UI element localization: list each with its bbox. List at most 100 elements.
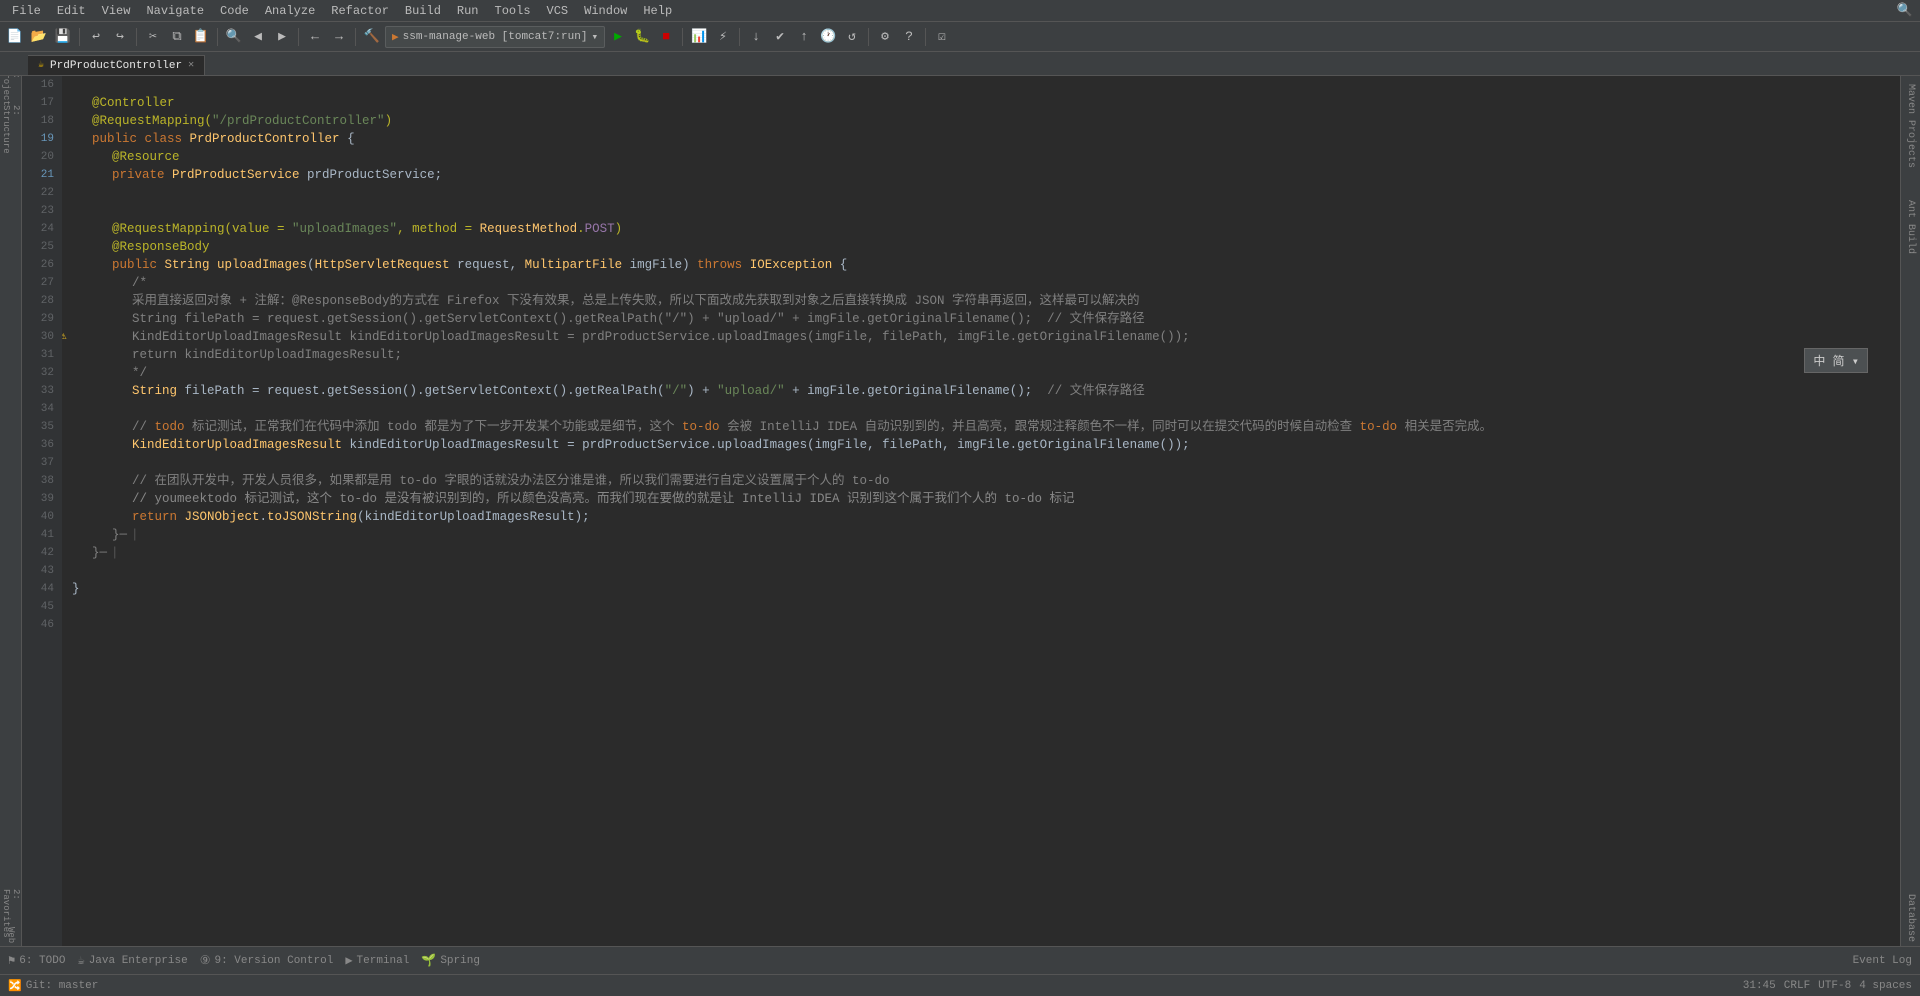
- code-line-16: [72, 76, 1900, 94]
- git-status: 🔀 Git: master: [8, 979, 98, 993]
- build-btn[interactable]: 🔨: [361, 26, 383, 48]
- code-lines: @Controller @RequestMapping("/prdProduct…: [62, 76, 1900, 946]
- code-line-36: KindEditorUploadImagesResult kindEditorU…: [72, 436, 1900, 454]
- todo-icon: ⚑: [8, 953, 15, 968]
- find-next-btn[interactable]: ▶: [271, 26, 293, 48]
- gutter-21: 21: [22, 166, 54, 184]
- back-btn[interactable]: ←: [304, 26, 326, 48]
- status-right: 31:45 CRLF UTF-8 4 spaces: [1743, 980, 1912, 992]
- gutter-27: 27: [22, 274, 54, 292]
- code-line-17: @Controller: [72, 94, 1900, 112]
- lang-popup[interactable]: 中 简 ▾: [1804, 348, 1868, 373]
- version-control-btn[interactable]: ⑨ 9: Version Control: [200, 953, 334, 968]
- java-enterprise-btn[interactable]: ☕ Java Enterprise: [77, 953, 187, 968]
- todo-panel-btn[interactable]: ⚑ 6: TODO: [8, 953, 65, 968]
- cut-btn[interactable]: ✂: [142, 26, 164, 48]
- menu-tools[interactable]: Tools: [487, 0, 539, 22]
- vcs-icon: ⑨: [200, 953, 211, 968]
- menu-navigate[interactable]: Navigate: [138, 0, 212, 22]
- vcs-revert-btn[interactable]: ↺: [841, 26, 863, 48]
- left-panel-web[interactable]: Web: [0, 924, 22, 946]
- find-btn[interactable]: 🔍: [223, 26, 245, 48]
- vcs-commit-btn[interactable]: ✔: [769, 26, 791, 48]
- code-line-20: @Resource: [72, 148, 1900, 166]
- toolbar: 📄 📂 💾 ↩ ↪ ✂ ⧉ 📋 🔍 ◀ ▶ ← → 🔨 ▶ ssm-manage…: [0, 22, 1920, 52]
- tab-close-btn[interactable]: ✕: [188, 56, 194, 76]
- menu-analyze[interactable]: Analyze: [257, 0, 323, 22]
- main-content: 1: Project 2: Structure 2: Favorites Web…: [0, 76, 1920, 946]
- settings-btn[interactable]: ⚙: [874, 26, 896, 48]
- gutter-28: 28: [22, 292, 54, 310]
- menu-view[interactable]: View: [94, 0, 139, 22]
- gutter-43: 43: [22, 562, 54, 580]
- menu-file[interactable]: File: [4, 0, 49, 22]
- stop-btn[interactable]: ■: [655, 26, 677, 48]
- status-left: 🔀 Git: master: [8, 979, 98, 993]
- code-line-25: @ResponseBody: [72, 238, 1900, 256]
- editor-area: 16 17 18 19 20 21 22 23 24 25 26 27 28 2…: [22, 76, 1900, 946]
- coverage-btn[interactable]: 📊: [688, 26, 710, 48]
- gutter-36: 36: [22, 436, 54, 454]
- database-panel[interactable]: Database: [1905, 890, 1916, 946]
- menu-vcs[interactable]: VCS: [539, 0, 577, 22]
- tasks-btn[interactable]: ☑: [931, 26, 953, 48]
- code-line-18: @RequestMapping("/prdProductController"): [72, 112, 1900, 130]
- help-btn[interactable]: ?: [898, 26, 920, 48]
- code-editor[interactable]: 16 17 18 19 20 21 22 23 24 25 26 27 28 2…: [22, 76, 1900, 946]
- menu-code[interactable]: Code: [212, 0, 257, 22]
- copy-btn[interactable]: ⧉: [166, 26, 188, 48]
- redo-btn[interactable]: ↪: [109, 26, 131, 48]
- paste-btn[interactable]: 📋: [190, 26, 212, 48]
- todo-keyword: todo: [155, 418, 185, 436]
- encoding-indicator[interactable]: UTF-8: [1818, 980, 1851, 992]
- gutter-30: 30: [22, 328, 54, 346]
- tab-prd-product-controller[interactable]: ☕ PrdProductController ✕: [28, 55, 205, 75]
- code-line-38: // 在团队开发中，开发人员很多，如果都是用 to-do 字眼的话就没办法区分谁…: [72, 472, 1900, 490]
- left-panel-favorites[interactable]: 2: Favorites: [0, 902, 22, 924]
- gutter-37: 37: [22, 454, 54, 472]
- menu-run[interactable]: Run: [449, 0, 487, 22]
- run-config-dropdown[interactable]: ▶ ssm-manage-web [tomcat7:run] ▾: [385, 26, 605, 48]
- left-panel-1[interactable]: 1: Project: [0, 76, 22, 98]
- menu-edit[interactable]: Edit: [49, 0, 94, 22]
- debug-btn[interactable]: 🐛: [631, 26, 653, 48]
- gutter-17: 17: [22, 94, 54, 112]
- code-line-21: private PrdProductService prdProductServ…: [72, 166, 1900, 184]
- menu-bar: File Edit View Navigate Code Analyze Ref…: [0, 0, 1920, 22]
- menu-build[interactable]: Build: [397, 0, 449, 22]
- event-log-btn[interactable]: Event Log: [1853, 955, 1912, 967]
- gutter-38: 38: [22, 472, 54, 490]
- gutter-39: 39: [22, 490, 54, 508]
- gutter-40: 40: [22, 508, 54, 526]
- gutter-16: 16: [22, 76, 54, 94]
- code-line-19: public class PrdProductController {: [72, 130, 1900, 148]
- vcs-push-btn[interactable]: ↑: [793, 26, 815, 48]
- menu-help[interactable]: Help: [635, 0, 680, 22]
- vcs-history-btn[interactable]: 🕐: [817, 26, 839, 48]
- gutter-18: 18: [22, 112, 54, 130]
- right-sidebar: Maven Projects Ant Build Database: [1900, 76, 1920, 946]
- gutter-32: 32: [22, 364, 54, 382]
- run-btn[interactable]: ▶: [607, 26, 629, 48]
- find-prev-btn[interactable]: ◀: [247, 26, 269, 48]
- spring-btn[interactable]: 🌱 Spring: [421, 953, 480, 968]
- left-panel-structure[interactable]: 2: Structure: [0, 118, 22, 140]
- open-btn[interactable]: 📂: [28, 26, 50, 48]
- search-everywhere-btn[interactable]: 🔍: [1894, 0, 1916, 22]
- profile-btn[interactable]: ⚡: [712, 26, 734, 48]
- status-bar: 🔀 Git: master 31:45 CRLF UTF-8 4 spaces: [0, 974, 1920, 996]
- indent-indicator[interactable]: 4 spaces: [1859, 980, 1912, 992]
- ant-build-panel[interactable]: Ant Build: [1905, 196, 1916, 258]
- position-indicator[interactable]: 31:45: [1743, 980, 1776, 992]
- forward-btn[interactable]: →: [328, 26, 350, 48]
- menu-refactor[interactable]: Refactor: [323, 0, 397, 22]
- save-btn[interactable]: 💾: [52, 26, 74, 48]
- new-file-btn[interactable]: 📄: [4, 26, 26, 48]
- vcs-update-btn[interactable]: ↓: [745, 26, 767, 48]
- line-ending-indicator[interactable]: CRLF: [1784, 980, 1810, 992]
- terminal-btn[interactable]: ▶ Terminal: [345, 953, 409, 968]
- maven-projects-panel[interactable]: Maven Projects: [1905, 80, 1916, 172]
- code-line-41: }─ |: [72, 526, 1900, 544]
- undo-btn[interactable]: ↩: [85, 26, 107, 48]
- menu-window[interactable]: Window: [576, 0, 635, 22]
